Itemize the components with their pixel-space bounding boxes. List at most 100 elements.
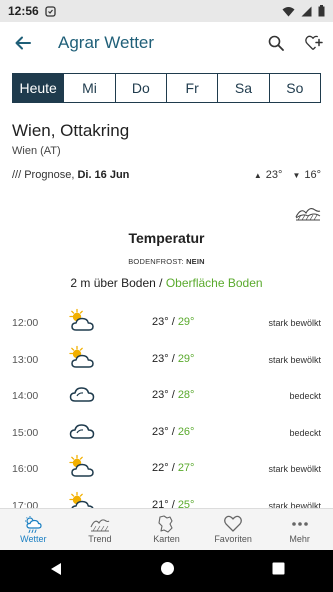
row-temp-min: 23°: [152, 425, 169, 438]
section-title: Temperatur: [128, 230, 205, 246]
frost-value: NEIN: [186, 257, 205, 266]
signal-icon: [301, 6, 312, 17]
hourly-row[interactable]: 16:00 22° / 27° stark bewölkt: [0, 450, 333, 486]
day-tab-fr[interactable]: Fr: [165, 74, 218, 102]
hourly-row[interactable]: 17:00 21° / 25° stark bewölkt: [0, 487, 333, 509]
temp-range: ▲ 23° ▼ 16°: [254, 169, 321, 181]
arrow-down-icon: ▼: [292, 170, 301, 180]
system-recents-button[interactable]: [272, 562, 285, 580]
row-condition: bedeckt: [289, 391, 321, 401]
hourly-list: 12:00 23° / 29° stark bewölkt 13:00 23° / 29…: [0, 304, 333, 508]
row-temp-min: 21°: [152, 498, 169, 509]
nav-favoriten[interactable]: Favoriten: [200, 509, 267, 550]
forecast-date: Di. 16 Jun: [77, 169, 130, 181]
row-time: 16:00: [12, 463, 39, 475]
row-temps: 21° / 25°: [152, 499, 194, 509]
app-bar: Agrar Wetter: [0, 22, 333, 64]
forecast-max: 23°: [265, 169, 283, 181]
system-nav-bar: [0, 550, 333, 592]
wifi-icon: [282, 6, 295, 17]
day-tab-so[interactable]: So: [268, 74, 320, 102]
row-temp-min: 23°: [152, 352, 169, 365]
row-temps: 22° / 27°: [152, 462, 194, 474]
row-temps: 23° / 26°: [152, 426, 194, 438]
row-temps: 23° / 28°: [152, 389, 194, 401]
more-icon: [290, 515, 310, 534]
arrow-back-icon: [15, 36, 31, 50]
row-temp-max: 25°: [177, 498, 195, 509]
day-tab-mi[interactable]: Mi: [63, 74, 115, 102]
app-title: Agrar Wetter: [58, 33, 155, 52]
circle-home-icon: [160, 562, 174, 575]
row-temp-max: 26°: [177, 425, 195, 438]
day-tabs: Heute Mi Do Fr Sa So: [12, 73, 321, 103]
system-home-button[interactable]: [160, 561, 175, 581]
partly-cloudy-icon: [68, 454, 96, 485]
hourly-row[interactable]: 12:00 23° / 29° stark bewölkt: [0, 304, 333, 340]
row-temp-sep: /: [168, 352, 178, 365]
location-name: Wien, Ottakring: [12, 121, 130, 140]
day-tab-do[interactable]: Do: [114, 74, 166, 102]
bottom-nav: Wetter Trend Karten Favoriten Mehr: [0, 508, 333, 550]
hourly-row[interactable]: 15:00 23° / 26° bedeckt: [0, 414, 333, 450]
system-back-button[interactable]: [49, 562, 63, 581]
location-region: Wien (AT): [12, 145, 61, 157]
nav-wetter[interactable]: Wetter: [0, 509, 67, 550]
nav-karten[interactable]: Karten: [133, 509, 200, 550]
trend-icon: [90, 515, 110, 534]
weather-icon: [23, 515, 43, 534]
cloud-icon: [68, 381, 96, 412]
level-selector: 2 m über Boden / Oberfläche Boden: [0, 276, 333, 290]
search-button[interactable]: [257, 22, 295, 64]
hourly-row[interactable]: 14:00 23° / 28° bedeckt: [0, 377, 333, 413]
row-time: 14:00: [12, 390, 39, 402]
frost-label: BODENFROST:: [128, 257, 184, 266]
day-tab-sa[interactable]: Sa: [217, 74, 269, 102]
row-temp-min: 23°: [152, 316, 169, 328]
row-temp-min: 22°: [152, 462, 169, 474]
day-tab-heute[interactable]: Heute: [13, 74, 64, 102]
back-button[interactable]: [0, 22, 46, 64]
battery-icon: [318, 5, 325, 17]
partly-cloudy-icon: [68, 491, 96, 508]
row-temp-sep: /: [168, 316, 178, 328]
level-separator: /: [155, 276, 166, 290]
row-condition: stark bewölkt: [268, 500, 321, 509]
add-favorite-button[interactable]: [295, 22, 333, 64]
forecast-min: 16°: [304, 169, 321, 181]
nav-label: Trend: [88, 534, 112, 544]
level-surface-link[interactable]: Oberfläche Boden: [166, 276, 263, 290]
nav-trend[interactable]: Trend: [67, 509, 134, 550]
row-condition: stark bewölkt: [268, 464, 321, 474]
chart-trend-icon: [295, 208, 321, 221]
row-temp-sep: /: [168, 462, 178, 474]
row-condition: bedeckt: [289, 427, 321, 438]
row-condition: stark bewölkt: [268, 354, 321, 365]
chart-toggle-button[interactable]: [295, 204, 321, 227]
row-temp-sep: /: [168, 498, 178, 509]
arrow-up-icon: ▲: [253, 170, 262, 180]
row-temps: 23° / 29°: [152, 353, 194, 365]
search-icon: [268, 35, 284, 51]
hourly-row[interactable]: 13:00 23° / 29° stark bewölkt: [0, 341, 333, 377]
forecast-line: /// Prognose, Di. 16 Jun: [12, 169, 129, 181]
nav-label: Karten: [153, 534, 180, 544]
row-condition: stark bewölkt: [268, 318, 321, 328]
map-icon: [156, 515, 176, 534]
heart-plus-icon: [305, 35, 323, 50]
triangle-back-icon: [50, 562, 61, 575]
row-time: 17:00: [12, 499, 39, 509]
row-temp-max: 27°: [177, 462, 195, 474]
row-temp-max: 28°: [177, 389, 195, 401]
row-temp-sep: /: [168, 425, 178, 438]
partly-cloudy-icon: [68, 308, 96, 339]
level-2m[interactable]: 2 m über Boden: [70, 276, 155, 290]
ground-frost: BODENFROST: NEIN: [0, 257, 333, 266]
nav-label: Favoriten: [214, 534, 252, 544]
row-temp-sep: /: [168, 389, 178, 401]
nav-mehr[interactable]: Mehr: [266, 509, 333, 550]
partly-cloudy-icon: [68, 345, 96, 376]
row-temp-max: 29°: [177, 352, 195, 365]
nav-label: Mehr: [289, 534, 310, 544]
status-time: 12:56: [8, 4, 39, 18]
